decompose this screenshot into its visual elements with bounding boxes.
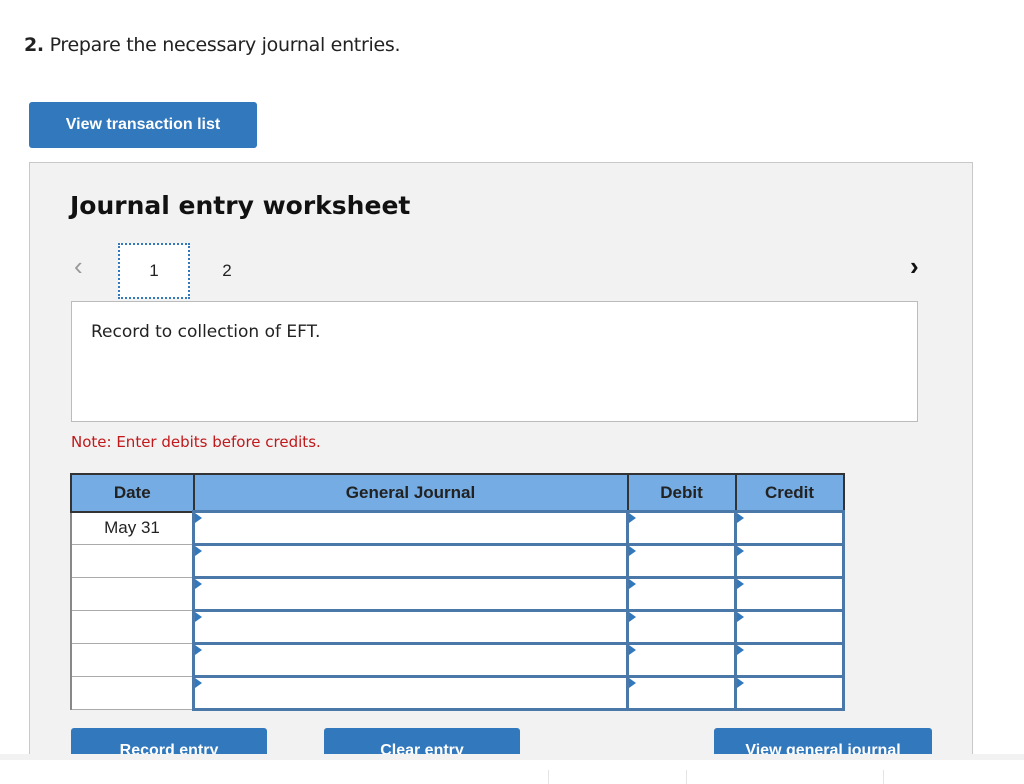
transaction-description: Record to collection of EFT. — [91, 322, 321, 342]
tab-entry-1[interactable]: 1 — [118, 243, 190, 299]
table-row: May 31 — [70, 510, 845, 546]
record-entry-button[interactable]: Record entry — [71, 728, 267, 755]
question-number: 2. — [24, 34, 44, 56]
table-header-row: Date General Journal Debit Credit — [70, 473, 845, 513]
divider — [548, 770, 549, 784]
journal-table: Date General Journal Debit Credit May 31 — [70, 473, 845, 711]
table-row — [70, 609, 845, 645]
question-text: Prepare the necessary journal entries. — [49, 34, 401, 56]
account-input[interactable] — [192, 642, 629, 678]
account-input[interactable] — [192, 510, 629, 546]
debit-input[interactable] — [626, 510, 737, 546]
date-cell — [70, 643, 194, 677]
credit-input[interactable] — [734, 576, 845, 612]
debit-input[interactable] — [626, 543, 737, 579]
view-transaction-list-button[interactable]: View transaction list — [29, 102, 257, 148]
date-cell: May 31 — [70, 511, 194, 545]
date-cell — [70, 577, 194, 611]
view-general-journal-button[interactable]: View general journal — [714, 728, 932, 755]
chevron-right-icon[interactable]: › — [910, 251, 919, 282]
date-cell — [70, 676, 194, 710]
date-cell — [70, 544, 194, 578]
divider — [883, 770, 884, 784]
tab-entry-2[interactable]: 2 — [212, 243, 242, 299]
header-debit: Debit — [626, 473, 737, 513]
table-row — [70, 642, 845, 678]
header-date: Date — [70, 473, 195, 513]
table-row — [70, 576, 845, 612]
date-cell — [70, 610, 194, 644]
debit-input[interactable] — [626, 576, 737, 612]
debit-input[interactable] — [626, 675, 737, 711]
journal-entry-worksheet-panel: Journal entry worksheet ‹ 1 2 › Record t… — [29, 162, 973, 755]
worksheet-title: Journal entry worksheet — [70, 191, 411, 220]
credit-input[interactable] — [734, 543, 845, 579]
header-general-journal: General Journal — [192, 473, 629, 513]
clear-entry-button[interactable]: Clear entry — [324, 728, 520, 755]
table-row — [70, 543, 845, 579]
header-credit: Credit — [734, 473, 845, 513]
transaction-description-box: Record to collection of EFT. — [71, 301, 918, 422]
question-prompt: 2. Prepare the necessary journal entries… — [24, 34, 400, 56]
credit-input[interactable] — [734, 609, 845, 645]
debit-input[interactable] — [626, 642, 737, 678]
chevron-left-icon[interactable]: ‹ — [74, 251, 83, 282]
debit-input[interactable] — [626, 609, 737, 645]
table-row — [70, 675, 845, 711]
account-input[interactable] — [192, 543, 629, 579]
account-input[interactable] — [192, 576, 629, 612]
entry-note: Note: Enter debits before credits. — [71, 433, 321, 451]
account-input[interactable] — [192, 609, 629, 645]
divider — [686, 770, 687, 784]
credit-input[interactable] — [734, 675, 845, 711]
bottom-bar — [0, 754, 1024, 784]
credit-input[interactable] — [734, 642, 845, 678]
account-input[interactable] — [192, 675, 629, 711]
credit-input[interactable] — [734, 510, 845, 546]
